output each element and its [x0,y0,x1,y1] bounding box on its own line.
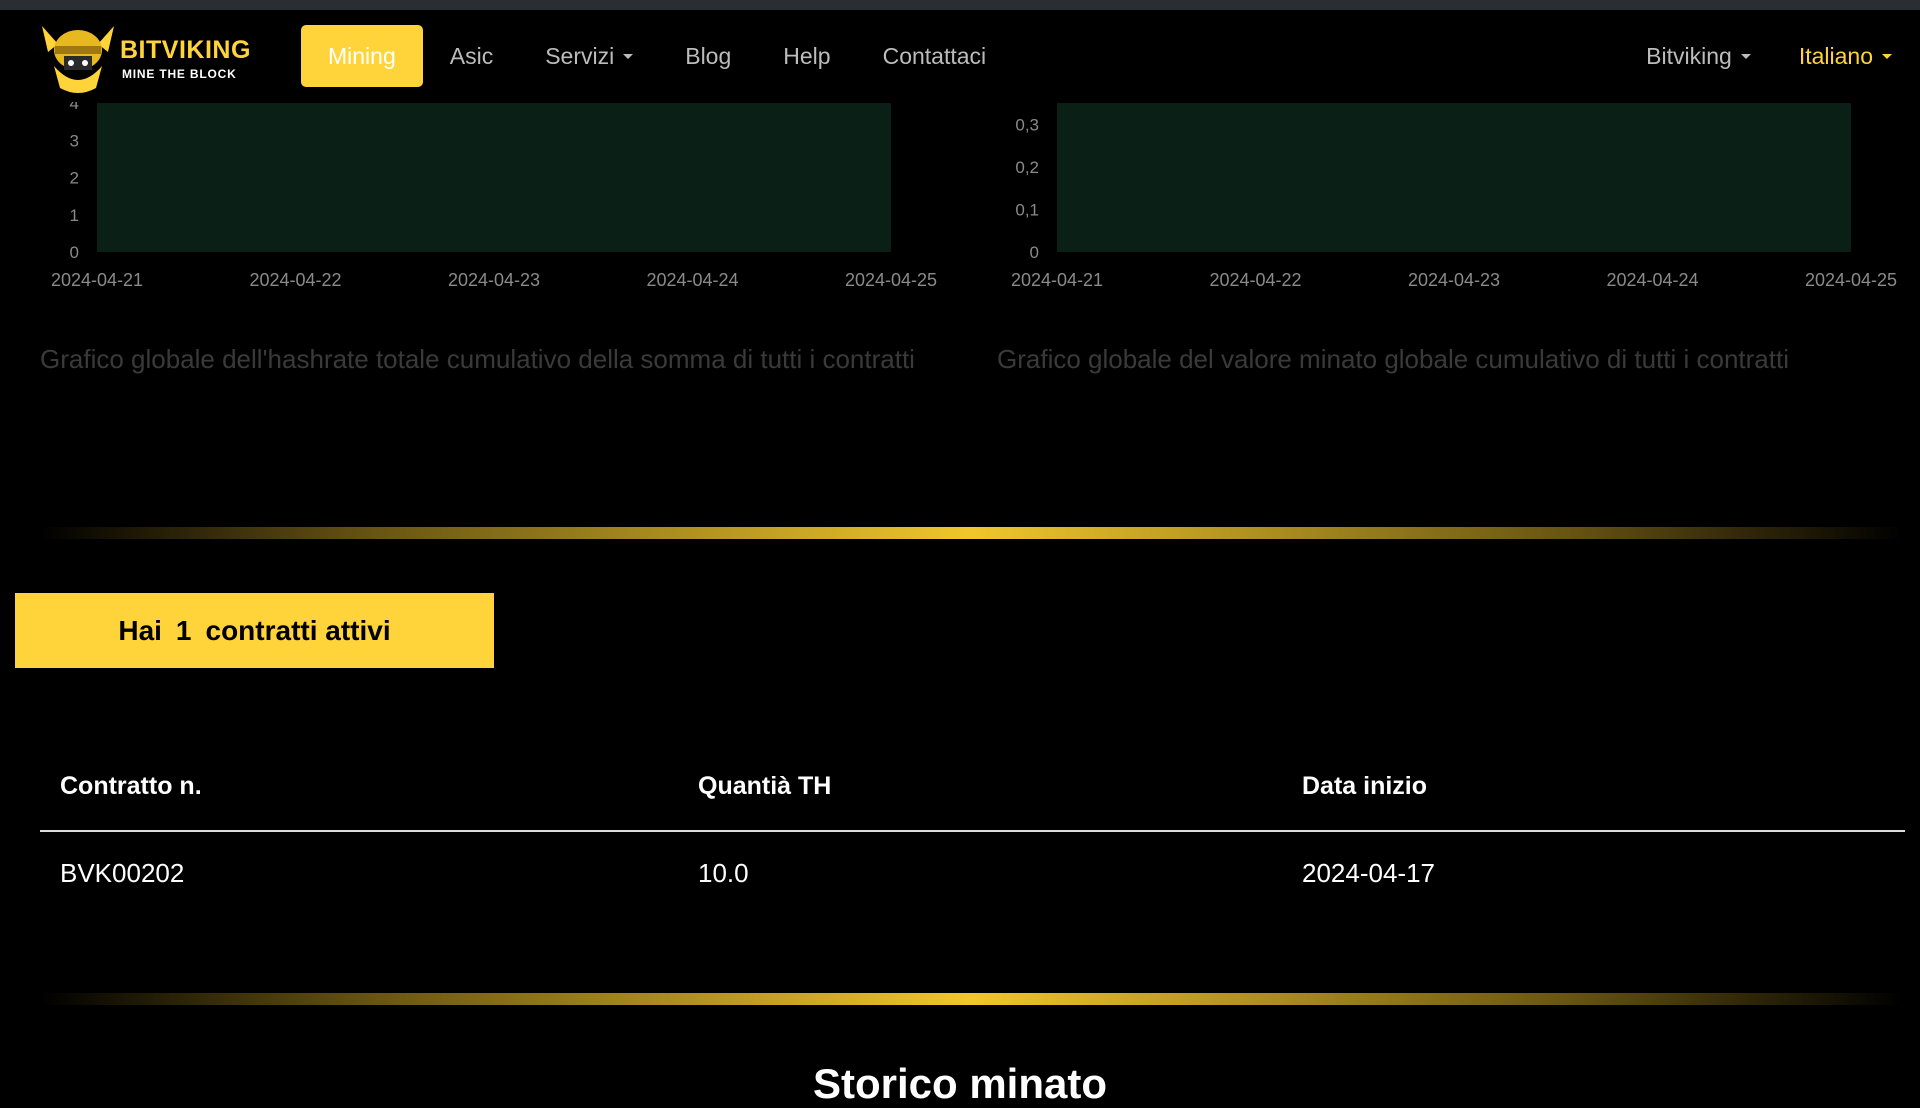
y-tick-label: 0,2 [1015,158,1039,177]
table-cell-quantity: 10.0 [698,858,749,888]
column-header-contract: Contratto n. [60,772,202,800]
mined-value-chart-caption: Grafico globale del valore minato global… [997,344,1789,374]
nav-asic-label: Asic [449,42,494,69]
y-tick-label: 0,3 [1015,115,1039,134]
table-cell-contract: BVK00202 [60,858,185,888]
active-contracts-banner: Hai 1 contratti attivi [15,593,494,668]
mined-value-chart: 0 0,1 0,2 0,3 2024-04-21 2024-04-22 2024-04-23… [1011,103,1897,290]
viking-helmet-icon [42,26,114,93]
y-tick-label: 1 [70,206,79,225]
gold-divider [40,993,1902,1005]
x-tick-label: 2024-04-23 [1408,270,1500,290]
caret-down-icon [1882,53,1892,59]
nav-asic[interactable]: Asic [450,43,493,70]
brand-logo[interactable]: BITVIKING MINE THE BLOCK [38,18,258,94]
y-tick-label: 0,1 [1015,200,1039,219]
x-tick-label: 2024-04-23 [448,270,540,290]
nav-servizi-label: Servizi [545,42,615,69]
caret-down-icon [1740,53,1751,59]
section-title: Storico minato [812,1060,1108,1107]
plot-area [1057,103,1851,252]
column-header-quantity: Quantià TH [698,772,832,800]
table-cell-start-date: 2024-04-17 [1302,858,1435,888]
x-tick-label: 2024-04-25 [1805,270,1897,290]
y-tick-label: 0 [1030,243,1039,262]
nav-blog[interactable]: Blog [685,43,731,70]
nav-right: Bitviking Italiano [1646,25,1892,87]
x-tick-label: 2024-04-22 [249,270,341,290]
account-dropdown[interactable]: Bitviking [1646,43,1751,70]
x-tick-label: 2024-04-22 [1209,270,1301,290]
x-tick-label: 2024-04-21 [1011,270,1103,290]
nav-help-label: Help [783,42,831,69]
active-contracts-suffix: contratti attivi [205,614,391,646]
nav-blog-label: Blog [685,42,732,69]
y-tick-label: 3 [70,131,79,150]
nav-contattaci-label: Contattaci [882,42,987,69]
browser-top-strip [0,0,1920,10]
x-tick-label: 2024-04-21 [51,270,143,290]
hashrate-chart-caption: Grafico globale dell'hashrate totale cum… [40,344,915,374]
brand-title: BITVIKING [120,36,251,64]
navbar: BITVIKING MINE THE BLOCK Mining Asic Ser… [0,10,1920,102]
x-tick-label: 2024-04-24 [1606,270,1698,290]
language-dropdown[interactable]: Italiano [1799,43,1892,70]
nav-contattaci[interactable]: Contattaci [883,43,987,70]
x-tick-label: 2024-04-25 [845,270,937,290]
hashrate-chart: 012342024-04-21 2024-04-22 2024-04-23 2024-… [51,95,937,290]
plot-area [97,103,891,252]
active-contracts-prefix: Hai [118,614,162,646]
main-nav: Mining Asic Servizi Blog Help Contattaci [301,25,1038,87]
nav-mining-label: Mining [328,42,396,69]
nav-help[interactable]: Help [783,43,830,70]
caret-down-icon [623,53,634,59]
language-label: Italiano [1798,42,1873,69]
table-header-divider [40,830,1905,832]
nav-servizi[interactable]: Servizi [545,42,634,70]
brand-subtitle: MINE THE BLOCK [122,67,237,81]
active-contracts-count: 1 [175,614,192,646]
y-tick-label: 0 [70,243,79,262]
x-tick-label: 2024-04-24 [646,270,738,290]
y-tick-label: 2 [70,169,79,188]
column-header-start-date: Data inizio [1302,772,1428,800]
nav-mining[interactable]: Mining [301,25,423,87]
account-label: Bitviking [1646,42,1732,69]
gold-divider [40,527,1902,539]
